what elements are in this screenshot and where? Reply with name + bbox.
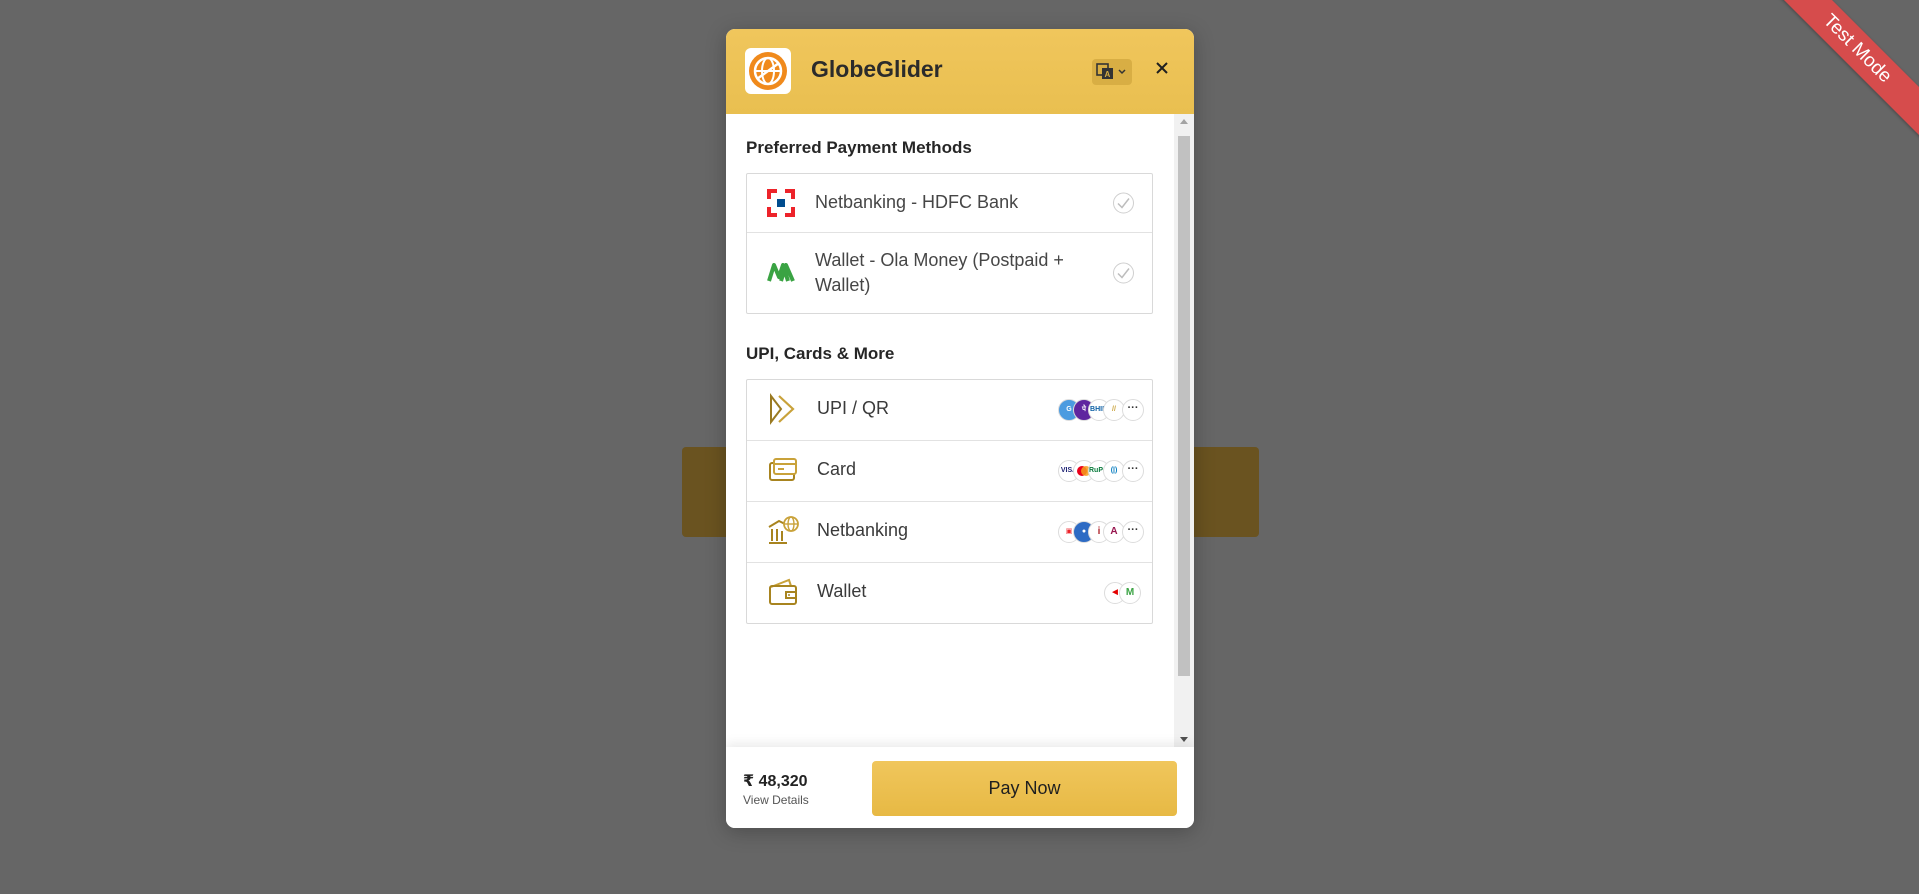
preferred-methods-list: Netbanking - HDFC Bank Wallet - Ola Mone… bbox=[746, 173, 1153, 314]
svg-text:A: A bbox=[1105, 70, 1111, 79]
more-icon: ··· bbox=[1122, 521, 1144, 543]
payment-methods-list: UPI / QR G पे BHIM // ··· Card VISA RuPa… bbox=[746, 379, 1153, 624]
method-label: Netbanking bbox=[817, 520, 909, 540]
card-network-badges: VISA RuPay (|) ··· bbox=[1058, 460, 1144, 482]
ola-money-icon bbox=[767, 263, 795, 282]
method-card[interactable]: Card VISA RuPay (|) ··· bbox=[747, 441, 1152, 502]
preferred-methods-title: Preferred Payment Methods bbox=[746, 138, 972, 157]
modal-footer: ₹ 48,320 View Details Pay Now bbox=[726, 747, 1194, 828]
bank-badges: ▣ ● i A ··· bbox=[1058, 521, 1144, 543]
preferred-item-hdfc[interactable]: Netbanking - HDFC Bank bbox=[747, 174, 1152, 233]
translate-icon: A bbox=[1096, 63, 1126, 79]
language-button[interactable]: A bbox=[1092, 59, 1132, 85]
pay-now-button[interactable]: Pay Now bbox=[872, 761, 1177, 816]
wallet-badges: ◄ M bbox=[1104, 582, 1144, 604]
check-icon bbox=[1113, 262, 1134, 284]
brand-name: GlobeGlider bbox=[811, 56, 943, 82]
preferred-item-label: Wallet - Ola Money (Postpaid + Wallet) bbox=[815, 250, 1064, 295]
card-icon bbox=[769, 458, 797, 481]
check-icon bbox=[1113, 192, 1134, 214]
method-label: Card bbox=[817, 459, 857, 479]
globe-logo-icon bbox=[745, 48, 791, 94]
method-wallet[interactable]: Wallet ◄ M bbox=[747, 563, 1152, 623]
close-button[interactable] bbox=[1152, 58, 1172, 78]
checkout-modal: GlobeGlider A Preferred Payment Methods bbox=[726, 29, 1194, 828]
view-details-link[interactable]: View Details bbox=[743, 793, 809, 807]
wallet-icon bbox=[769, 578, 797, 605]
preferred-item-label: Netbanking - HDFC Bank bbox=[815, 192, 1019, 212]
close-icon bbox=[1156, 62, 1168, 74]
test-mode-label: Test Mode bbox=[1760, 0, 1919, 146]
total-amount: ₹ 48,320 bbox=[743, 773, 808, 790]
hdfc-bank-icon bbox=[767, 189, 795, 217]
preferred-item-ola-money[interactable]: Wallet - Ola Money (Postpaid + Wallet) bbox=[747, 233, 1152, 313]
scroll-thumb[interactable] bbox=[1178, 136, 1190, 676]
method-label: Wallet bbox=[817, 581, 867, 601]
method-label: UPI / QR bbox=[817, 398, 890, 418]
test-mode-ribbon: Test Mode bbox=[1749, 0, 1919, 170]
scroll-down-arrow-icon[interactable] bbox=[1174, 731, 1194, 747]
method-upi[interactable]: UPI / QR G पे BHIM // ··· bbox=[747, 380, 1152, 441]
modal-header: GlobeGlider A bbox=[726, 29, 1194, 114]
ola-icon: M bbox=[1119, 582, 1141, 604]
scroll-up-arrow-icon[interactable] bbox=[1174, 114, 1194, 130]
content-scrollbar[interactable] bbox=[1174, 114, 1194, 747]
methods-title: UPI, Cards & More bbox=[746, 344, 895, 363]
more-icon: ··· bbox=[1122, 399, 1144, 421]
modal-content: Preferred Payment Methods Netbanking - H… bbox=[726, 114, 1174, 747]
more-icon: ··· bbox=[1122, 460, 1144, 482]
upi-icon bbox=[770, 393, 795, 425]
upi-app-badges: G पे BHIM // ··· bbox=[1058, 399, 1144, 421]
method-netbanking[interactable]: Netbanking ▣ ● i A ··· bbox=[747, 502, 1152, 563]
bank-icon bbox=[768, 516, 799, 544]
